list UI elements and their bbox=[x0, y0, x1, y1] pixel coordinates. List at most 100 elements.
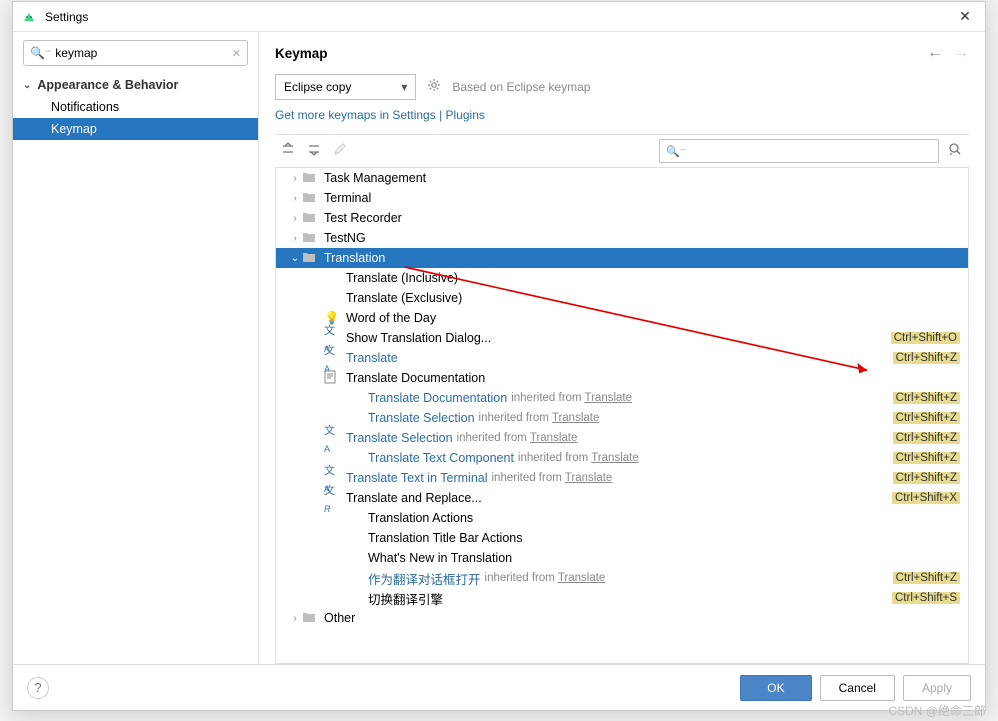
keymap-tree[interactable]: ›Task Management›Terminal›Test Recorder›… bbox=[275, 168, 969, 664]
tree-row[interactable]: 文RTranslate and Replace...Ctrl+Shift+X bbox=[276, 488, 968, 508]
scheme-value: Eclipse copy bbox=[284, 80, 351, 94]
tree-label: 切换翻译引擎 bbox=[368, 589, 892, 608]
tree-row[interactable]: ›Test Recorder bbox=[276, 208, 968, 228]
tree-row[interactable]: Translate (Inclusive) bbox=[276, 268, 968, 288]
shortcut-badge: Ctrl+Shift+Z bbox=[893, 452, 960, 464]
tree-label: Translation Title Bar Actions bbox=[368, 531, 960, 545]
sidebar: 🔍⁻ ✕ ⌄ Appearance & Behavior Notificatio… bbox=[13, 32, 259, 664]
tree-label: Translate Selection inherited from Trans… bbox=[346, 431, 893, 445]
category-group-appearance[interactable]: ⌄ Appearance & Behavior bbox=[13, 74, 258, 96]
shortcut-badge: Ctrl+Shift+O bbox=[891, 332, 960, 344]
window-title: Settings bbox=[45, 10, 953, 24]
keymap-search[interactable]: 🔍⁻ bbox=[659, 139, 939, 163]
tree-row[interactable]: Translate (Exclusive) bbox=[276, 288, 968, 308]
folder-icon bbox=[302, 172, 316, 186]
tree-label: What's New in Translation bbox=[368, 551, 960, 565]
nav-arrows: ← → bbox=[927, 44, 969, 62]
tree-row[interactable]: ›Other bbox=[276, 608, 968, 628]
cancel-button[interactable]: Cancel bbox=[820, 675, 895, 701]
expand-all-icon[interactable] bbox=[279, 142, 297, 161]
collapse-all-icon[interactable] bbox=[305, 142, 323, 161]
tree-row[interactable]: Translation Actions bbox=[276, 508, 968, 528]
shortcut-badge: Ctrl+Shift+Z bbox=[893, 572, 960, 584]
ok-button[interactable]: OK bbox=[740, 675, 811, 701]
get-more-keymaps-link[interactable]: Get more keymaps in Settings | Plugins bbox=[275, 108, 485, 122]
tree-row[interactable]: Translate Documentation bbox=[276, 368, 968, 388]
app-icon bbox=[21, 9, 37, 25]
tree-label: Show Translation Dialog... bbox=[346, 331, 891, 345]
tree-row[interactable]: 作为翻译对话框打开 inherited from TranslateCtrl+S… bbox=[276, 568, 968, 588]
watermark: CSDN @绝命三郎 bbox=[888, 702, 986, 719]
tree-row[interactable]: › TestNG bbox=[276, 228, 968, 248]
search-icon: 🔍⁻ bbox=[666, 145, 686, 158]
tree-label: Translate bbox=[346, 351, 893, 365]
translate-icon: 文A bbox=[324, 345, 335, 372]
category-label: Appearance & Behavior bbox=[37, 78, 178, 92]
main-header: Keymap ← → bbox=[275, 44, 969, 62]
tree-label: Translate and Replace... bbox=[346, 491, 892, 505]
tree-row[interactable]: Translate Documentation inherited from T… bbox=[276, 388, 968, 408]
based-on-label: Based on Eclipse keymap bbox=[452, 80, 590, 94]
tree-row[interactable]: What's New in Translation bbox=[276, 548, 968, 568]
clear-search-icon[interactable]: ✕ bbox=[232, 47, 241, 60]
settings-dialog: Settings ✕ 🔍⁻ ✕ ⌄ Appearance & Behavior … bbox=[12, 1, 986, 711]
chevron-right-icon: › bbox=[288, 173, 302, 184]
tree-row[interactable]: ⌄ Translation bbox=[276, 248, 968, 268]
find-by-shortcut-icon[interactable] bbox=[947, 141, 965, 162]
chevron-down-icon: ▾ bbox=[401, 80, 407, 94]
gear-icon[interactable] bbox=[426, 77, 442, 98]
tree-label: Translate Documentation inherited from T… bbox=[368, 391, 893, 405]
category-label: Notifications bbox=[51, 100, 119, 114]
tree-label: Translate (Exclusive) bbox=[346, 291, 960, 305]
forward-icon[interactable]: → bbox=[953, 44, 969, 62]
keymap-search-input[interactable] bbox=[690, 144, 932, 158]
back-icon[interactable]: ← bbox=[927, 44, 943, 62]
tree-row[interactable]: 文AShow Translation Dialog...Ctrl+Shift+O bbox=[276, 328, 968, 348]
category-label: Keymap bbox=[51, 122, 97, 136]
category-notifications[interactable]: Notifications bbox=[13, 96, 258, 118]
search-input[interactable] bbox=[55, 46, 232, 60]
title-bar: Settings ✕ bbox=[13, 2, 985, 32]
content-area: 🔍⁻ ✕ ⌄ Appearance & Behavior Notificatio… bbox=[13, 32, 985, 664]
translate-icon: 文A bbox=[324, 425, 335, 452]
shortcut-badge: Ctrl+Shift+S bbox=[892, 592, 960, 604]
tree-row[interactable]: ›Terminal bbox=[276, 188, 968, 208]
shortcut-badge: Ctrl+Shift+X bbox=[892, 492, 960, 504]
dialog-footer: ? OK Cancel Apply bbox=[13, 664, 985, 710]
help-icon[interactable]: ? bbox=[27, 677, 49, 699]
search-icon: 🔍⁻ bbox=[30, 46, 51, 60]
keymap-scheme-select[interactable]: Eclipse copy ▾ bbox=[275, 74, 416, 100]
apply-button[interactable]: Apply bbox=[903, 675, 971, 701]
tree-row[interactable]: 文ATranslate Selection inherited from Tra… bbox=[276, 428, 968, 448]
tree-label: Translation bbox=[324, 251, 960, 265]
main-panel: Keymap ← → Eclipse copy ▾ Based on Eclip… bbox=[259, 32, 985, 664]
chevron-down-icon: ⌄ bbox=[288, 253, 302, 264]
close-icon[interactable]: ✕ bbox=[953, 8, 977, 25]
tree-row[interactable]: 文ATranslate Text in Terminal inherited f… bbox=[276, 468, 968, 488]
category-keymap[interactable]: Keymap bbox=[13, 118, 258, 140]
tree-row[interactable]: 文ATranslateCtrl+Shift+Z bbox=[276, 348, 968, 368]
translate-replace-icon: 文R bbox=[324, 485, 335, 512]
shortcut-badge: Ctrl+Shift+Z bbox=[893, 412, 960, 424]
chevron-right-icon: › bbox=[288, 213, 302, 224]
tree-row[interactable]: Translate Selection inherited from Trans… bbox=[276, 408, 968, 428]
tree-row[interactable]: Translation Title Bar Actions bbox=[276, 528, 968, 548]
chevron-right-icon: › bbox=[288, 233, 302, 244]
folder-icon bbox=[302, 232, 316, 246]
tree-row[interactable]: 切换翻译引擎Ctrl+Shift+S bbox=[276, 588, 968, 608]
tree-label: Other bbox=[324, 611, 960, 625]
tree-row[interactable]: 💡Word of the Day bbox=[276, 308, 968, 328]
edit-shortcut-icon[interactable] bbox=[331, 142, 349, 161]
tree-row[interactable]: Translate Text Component inherited from … bbox=[276, 448, 968, 468]
tree-label: TestNG bbox=[324, 231, 960, 245]
tree-label: Word of the Day bbox=[346, 311, 960, 325]
folder-icon bbox=[302, 252, 316, 266]
tree-label: Translate (Inclusive) bbox=[346, 271, 960, 285]
folder-icon bbox=[302, 212, 316, 226]
tree-label: Translation Actions bbox=[368, 511, 960, 525]
settings-search[interactable]: 🔍⁻ ✕ bbox=[23, 40, 248, 66]
chevron-right-icon: › bbox=[288, 193, 302, 204]
page-title: Keymap bbox=[275, 46, 927, 61]
tree-row[interactable]: ›Task Management bbox=[276, 168, 968, 188]
chevron-down-icon: ⌄ bbox=[23, 80, 31, 91]
